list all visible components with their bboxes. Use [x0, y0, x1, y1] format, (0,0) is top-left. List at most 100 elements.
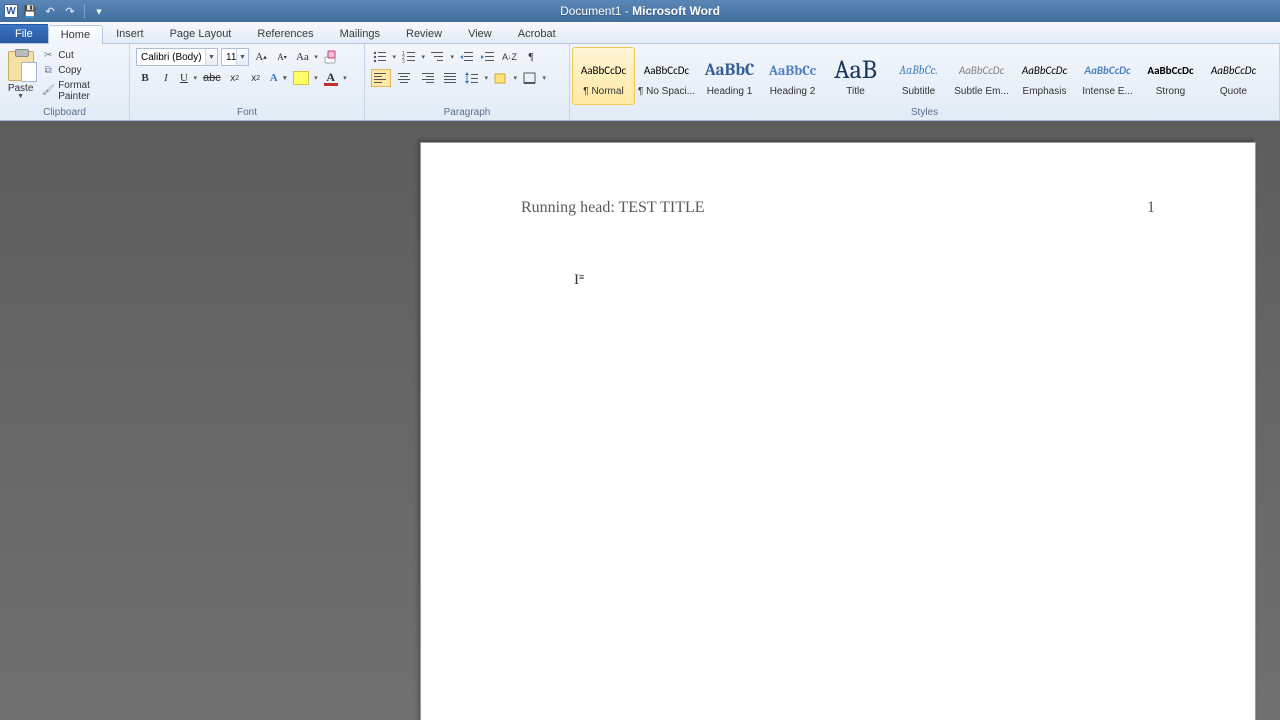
style--no-spaci-[interactable]: AaBbCcDc ¶ No Spaci...: [635, 47, 698, 105]
tab-page-layout[interactable]: Page Layout: [157, 24, 245, 43]
style-label: Subtitle: [902, 86, 935, 97]
style-preview: AaBbCcDc: [644, 56, 689, 84]
tab-review[interactable]: Review: [393, 24, 455, 43]
subscript-button[interactable]: x2: [226, 69, 244, 87]
paste-icon: [8, 51, 34, 81]
align-right-button[interactable]: [417, 69, 437, 87]
ribbon-tabs: File Home Insert Page Layout References …: [0, 22, 1280, 44]
title-app-name: Microsoft Word: [632, 4, 720, 18]
shrink-font-button[interactable]: A▾: [273, 48, 291, 66]
style-label: Quote: [1220, 86, 1247, 97]
style-preview: AaBbCc.: [899, 56, 938, 84]
paste-button[interactable]: Paste ▼: [4, 49, 37, 102]
paste-dropdown-icon[interactable]: ▼: [17, 94, 24, 100]
style-subtitle[interactable]: AaBbCc. Subtitle: [887, 47, 950, 105]
styles-gallery[interactable]: AaBbCcDc¶ NormalAaBbCcDc¶ No Spaci...AaB…: [572, 47, 1265, 105]
style-label: ¶ No Spaci...: [638, 86, 695, 97]
copy-icon: ⧉: [42, 65, 54, 77]
bold-button[interactable]: B: [136, 69, 154, 87]
tab-home[interactable]: Home: [48, 25, 103, 44]
style-preview: AaBbCcDc: [1022, 56, 1067, 84]
style-preview: AaB: [834, 56, 877, 84]
text-effects-button[interactable]: A: [268, 69, 288, 87]
group-styles: AaBbCcDc¶ NormalAaBbCcDc¶ No Spaci...AaB…: [570, 44, 1280, 120]
numbering-button[interactable]: 123: [400, 48, 426, 66]
style-label: Emphasis: [1023, 86, 1067, 97]
justify-button[interactable]: [440, 69, 460, 87]
grow-font-button[interactable]: A▴: [252, 48, 270, 66]
strikethrough-button[interactable]: abc: [201, 69, 223, 87]
copy-label: Copy: [58, 65, 81, 76]
bullets-button[interactable]: [371, 48, 397, 66]
style-preview: AaBbCcDc: [959, 56, 1004, 84]
highlight-yellow-icon: [293, 71, 309, 85]
tab-acrobat[interactable]: Acrobat: [505, 24, 569, 43]
font-size-value: 11: [226, 52, 236, 63]
text-cursor-icon: I≡: [574, 272, 584, 289]
font-family-combo[interactable]: Calibri (Body) ▼: [136, 48, 218, 66]
group-font: Calibri (Body) ▼ 11 ▼ A▴ A▾ Aa B I U abc: [130, 44, 365, 120]
align-center-button[interactable]: [394, 69, 414, 87]
show-hide-button[interactable]: ¶: [522, 48, 540, 66]
decrease-indent-button[interactable]: [458, 48, 476, 66]
page-number-text: 1: [1147, 199, 1155, 217]
multilevel-list-button[interactable]: [429, 48, 455, 66]
shading-button[interactable]: [492, 69, 518, 87]
style-heading-1[interactable]: AaBbCHeading 1: [698, 47, 761, 105]
style-title[interactable]: AaBTitle: [824, 47, 887, 105]
superscript-button[interactable]: x2: [247, 69, 265, 87]
tab-file[interactable]: File: [0, 24, 48, 43]
change-case-button[interactable]: Aa: [294, 48, 319, 66]
tab-mailings[interactable]: Mailings: [327, 24, 393, 43]
underline-button[interactable]: U: [178, 69, 198, 87]
italic-button[interactable]: I: [157, 69, 175, 87]
style--normal[interactable]: AaBbCcDc¶ Normal: [572, 47, 635, 105]
align-left-button[interactable]: [371, 69, 391, 87]
sort-button[interactable]: A↓Z: [500, 48, 519, 66]
chevron-down-icon[interactable]: ▼: [236, 49, 248, 65]
qat-separator: [84, 4, 85, 18]
style-label: Intense E...: [1082, 86, 1133, 97]
tab-view[interactable]: View: [455, 24, 505, 43]
copy-button[interactable]: ⧉ Copy: [39, 64, 125, 78]
highlight-button[interactable]: [291, 69, 319, 87]
document-workarea: Running head: TEST TITLE 1 I≡: [0, 121, 1280, 720]
chevron-down-icon[interactable]: ▼: [205, 49, 217, 65]
borders-button[interactable]: [521, 69, 547, 87]
clear-formatting-button[interactable]: [322, 48, 340, 66]
redo-icon[interactable]: ↷: [62, 3, 78, 19]
paragraph-group-label: Paragraph: [365, 107, 569, 120]
font-size-combo[interactable]: 11 ▼: [221, 48, 249, 66]
undo-icon[interactable]: ↶: [42, 3, 58, 19]
style-label: Strong: [1156, 86, 1185, 97]
quick-access-toolbar: W 💾 ↶ ↷ ▾: [0, 3, 107, 19]
line-spacing-button[interactable]: [463, 69, 489, 87]
svg-text:3: 3: [402, 59, 405, 63]
window-title: Document1 - Microsoft Word: [560, 4, 720, 18]
document-page[interactable]: Running head: TEST TITLE 1 I≡: [420, 142, 1256, 720]
style-subtle-em-[interactable]: AaBbCcDcSubtle Em...: [950, 47, 1013, 105]
font-color-button[interactable]: A: [322, 69, 348, 87]
cut-label: Cut: [58, 50, 74, 61]
cut-button[interactable]: ✂ Cut: [39, 49, 125, 63]
style-strong[interactable]: AaBbCcDcStrong: [1139, 47, 1202, 105]
word-app-icon[interactable]: W: [4, 4, 18, 18]
title-document-name: Document1: [560, 4, 621, 18]
group-paragraph: 123 A↓Z ¶: [365, 44, 570, 120]
tab-insert[interactable]: Insert: [103, 24, 157, 43]
group-clipboard: Paste ▼ ✂ Cut ⧉ Copy 🖌 Format Painter Cl…: [0, 44, 130, 120]
ribbon: Paste ▼ ✂ Cut ⧉ Copy 🖌 Format Painter Cl…: [0, 44, 1280, 121]
increase-indent-button[interactable]: [479, 48, 497, 66]
style-intense-e-[interactable]: AaBbCcDcIntense E...: [1076, 47, 1139, 105]
style-heading-2[interactable]: AaBbCcHeading 2: [761, 47, 824, 105]
save-icon[interactable]: 💾: [22, 3, 38, 19]
qat-customize-icon[interactable]: ▾: [91, 3, 107, 19]
style-label: ¶ Normal: [583, 86, 623, 97]
tab-references[interactable]: References: [244, 24, 326, 43]
font-family-value: Calibri (Body): [141, 52, 202, 63]
format-painter-button[interactable]: 🖌 Format Painter: [39, 79, 125, 103]
running-head-text: Running head: TEST TITLE: [521, 199, 705, 217]
style-emphasis[interactable]: AaBbCcDc Emphasis: [1013, 47, 1076, 105]
style-quote[interactable]: AaBbCcDc Quote: [1202, 47, 1265, 105]
style-preview: AaBbCcDc: [1211, 56, 1256, 84]
